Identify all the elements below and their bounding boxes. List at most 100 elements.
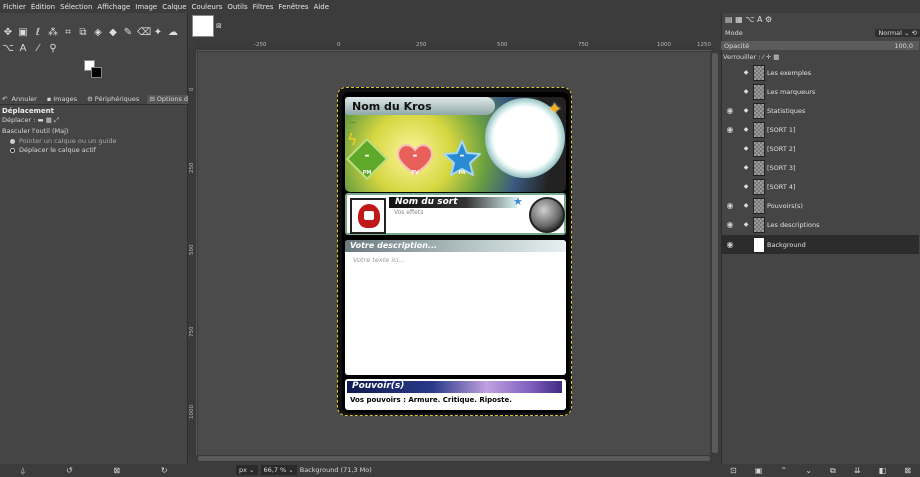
option-active-layer[interactable]: Déplacer le calque actif <box>10 146 96 154</box>
hscroll-thumb[interactable] <box>198 456 710 461</box>
layers-tab-icon[interactable]: ▤ <box>725 15 733 24</box>
lasso-icon[interactable]: ℓ <box>32 27 44 39</box>
unit-select[interactable]: px ⌄ <box>236 465 258 475</box>
chain-icon[interactable]: ◆ <box>739 69 753 76</box>
save-options-icon[interactable]: ⍙ <box>20 466 25 476</box>
vertical-scrollbar[interactable] <box>711 51 719 455</box>
paintbrush-icon[interactable]: ✎ <box>122 27 134 39</box>
eye-icon[interactable]: ◉ <box>721 106 739 115</box>
fuzzy-select-icon[interactable]: ⁂ <box>47 27 59 39</box>
horizontal-scrollbar[interactable] <box>197 455 711 462</box>
channels-tab-icon[interactable]: ▦ <box>735 15 743 24</box>
new-layer-icon[interactable]: ⊡ <box>730 466 737 475</box>
lower-layer-icon[interactable]: ⌄ <box>805 466 812 475</box>
vertical-ruler[interactable]: 0 250 500 750 1000 <box>188 51 197 455</box>
text-tab-icon[interactable]: A <box>757 15 762 24</box>
delete-options-icon[interactable]: ⊠ <box>113 466 120 475</box>
chain-icon[interactable]: ◆ <box>739 164 753 171</box>
menu-image[interactable]: Image <box>135 3 157 11</box>
chain-icon[interactable]: ◆ <box>739 107 753 114</box>
crop-icon[interactable]: ⌗ <box>62 27 74 39</box>
option-pick-layer[interactable]: Pointer un calque ou un guide <box>10 137 117 145</box>
vscroll-thumb[interactable] <box>712 53 718 453</box>
radio-pick[interactable] <box>10 138 15 144</box>
chain-icon[interactable]: ◆ <box>739 221 753 228</box>
lock-icons[interactable]: ⁄ ✛ ▦ <box>763 53 780 61</box>
horizontal-ruler[interactable]: -250 0 250 500 750 1000 1250 <box>197 42 712 51</box>
menu-fenetres[interactable]: Fenêtres <box>278 3 308 11</box>
raise-layer-icon[interactable]: ⌃ <box>780 466 787 475</box>
menu-affichage[interactable]: Affichage <box>97 3 130 11</box>
warp-icon[interactable]: ◈ <box>92 27 104 39</box>
text-tool-icon[interactable]: A <box>17 43 29 55</box>
menu-aide[interactable]: Aide <box>314 3 329 11</box>
duplicate-layer-icon[interactable]: ⧉ <box>830 466 836 476</box>
menu-outils[interactable]: Outils <box>227 3 247 11</box>
mode-label: Mode <box>725 29 743 37</box>
merge-down-icon[interactable]: ⇊ <box>854 466 861 475</box>
chain-icon[interactable]: ◆ <box>739 202 753 209</box>
menu-fichier[interactable]: Fichier <box>3 3 26 11</box>
layer-row[interactable]: ◉ ◆ Les descriptions <box>721 215 919 234</box>
move-tool-icon[interactable]: ✥ <box>2 27 14 39</box>
gold-star-icon: ✦ <box>547 99 563 120</box>
transform-icon[interactable]: ⧉ <box>77 27 89 39</box>
spell-box: Nom du sort Vos effets ★ <box>345 193 566 235</box>
tab-peripheriques[interactable]: ⚙ Périphériques <box>85 95 143 104</box>
power-text: Vos pouvoirs : Armure. Critique. Riposte… <box>350 396 512 404</box>
layer-row[interactable]: ◆ [SORT 4] <box>721 177 919 196</box>
tab-images[interactable]: ▪ Images <box>45 95 81 104</box>
layer-row-active[interactable]: ◉ Background <box>721 235 919 254</box>
smudge-icon[interactable]: ☁ <box>167 27 179 39</box>
tab-annuler[interactable]: ↶ Annuler <box>0 95 41 104</box>
eye-icon[interactable]: ◉ <box>721 240 739 249</box>
zoom-icon[interactable]: ⚲ <box>47 43 59 55</box>
new-group-icon[interactable]: ▣ <box>755 466 763 475</box>
eye-icon[interactable]: ◉ <box>721 125 739 134</box>
layer-row[interactable]: ◉ ◆ Pouvoirs(s) <box>721 196 919 215</box>
color-picker-icon[interactable]: ⁄ <box>32 43 44 55</box>
layer-row[interactable]: ◆ Les exemples <box>721 63 919 82</box>
eye-icon[interactable]: ◉ <box>721 220 739 229</box>
clone-icon[interactable]: ✦ <box>152 27 164 39</box>
layer-row[interactable]: ◆ Les marqueurs <box>721 82 919 101</box>
menu-edition[interactable]: Édition <box>31 3 55 11</box>
image-tab-thumbnail[interactable] <box>192 15 214 37</box>
layer-name: Statistiques <box>767 106 806 115</box>
kros-card[interactable]: Nom du Kros ... ✦ ϟ - PM - PV - PA Nom d… <box>337 87 572 416</box>
layer-row[interactable]: ◉ ◆ Statistiques <box>721 101 919 120</box>
mode-select[interactable]: Normal ⌄ ⟲ <box>875 29 920 37</box>
chain-icon[interactable]: ◆ <box>739 183 753 190</box>
opacity-slider[interactable]: Opacité 100,0 <box>721 41 919 50</box>
fg-bg-colors[interactable] <box>84 60 104 80</box>
background-color[interactable] <box>91 67 102 78</box>
add-mask-icon[interactable]: ◧ <box>879 466 887 475</box>
image-tab-close-icon[interactable]: ⊠ <box>216 22 222 30</box>
reset-options-icon[interactable]: ↻ <box>161 466 168 475</box>
config-tab-icon[interactable]: ⚙ <box>765 15 772 24</box>
delete-layer-icon[interactable]: ⊠ <box>904 466 911 475</box>
paths-icon[interactable]: ⌥ <box>2 43 14 55</box>
radio-active[interactable] <box>10 147 15 153</box>
restore-options-icon[interactable]: ↺ <box>66 466 73 475</box>
move-layer-icon[interactable]: ▬ ▦ ⤢ <box>38 116 60 124</box>
paths-tab-icon[interactable]: ⌥ <box>745 15 754 24</box>
pa-value: - <box>459 148 465 162</box>
menu-calque[interactable]: Calque <box>162 3 186 11</box>
layer-row[interactable]: ◆ [SORT 2] <box>721 139 919 158</box>
menu-filtres[interactable]: Filtres <box>253 3 274 11</box>
chain-icon[interactable]: ◆ <box>739 126 753 133</box>
chain-icon[interactable]: ◆ <box>739 145 753 152</box>
zoom-select[interactable]: 66,7 % ⌄ <box>260 465 297 475</box>
tab-annuler-label: Annuler <box>11 95 37 103</box>
ruler-h-tick: 500 <box>497 42 508 48</box>
chain-icon[interactable]: ◆ <box>739 88 753 95</box>
menu-selection[interactable]: Sélection <box>60 3 92 11</box>
rect-select-icon[interactable]: ▣ <box>17 27 29 39</box>
layer-row[interactable]: ◆ [SORT 3] <box>721 158 919 177</box>
layer-row[interactable]: ◉ ◆ [SORT 1] <box>721 120 919 139</box>
menu-couleurs[interactable]: Couleurs <box>192 3 223 11</box>
eye-icon[interactable]: ◉ <box>721 201 739 210</box>
eraser-icon[interactable]: ⌫ <box>137 27 151 39</box>
bucket-fill-icon[interactable]: ◆ <box>107 27 119 39</box>
